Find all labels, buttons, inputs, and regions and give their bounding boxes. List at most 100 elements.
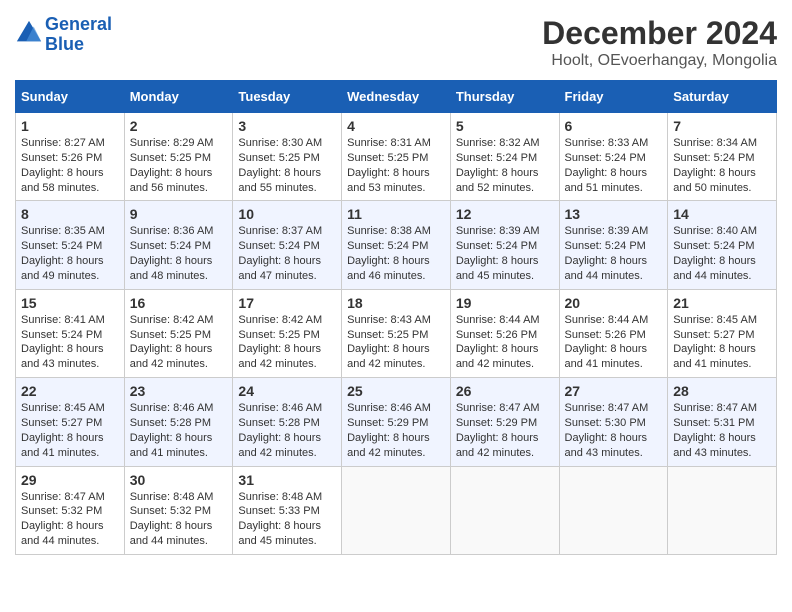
day-info: Sunrise: 8:46 AM Sunset: 5:28 PM Dayligh…	[130, 401, 228, 460]
day-info: Sunrise: 8:44 AM Sunset: 5:26 PM Dayligh…	[565, 313, 663, 372]
table-row: 9 Sunrise: 8:36 AM Sunset: 5:24 PM Dayli…	[124, 201, 233, 289]
day-info: Sunrise: 8:47 AM Sunset: 5:32 PM Dayligh…	[21, 490, 119, 549]
day-number: 21	[673, 295, 771, 311]
table-row: 28 Sunrise: 8:47 AM Sunset: 5:31 PM Dayl…	[668, 378, 777, 466]
month-title: December 2024	[542, 15, 777, 52]
day-info: Sunrise: 8:39 AM Sunset: 5:24 PM Dayligh…	[565, 224, 663, 283]
day-number: 5	[456, 118, 554, 134]
table-row: 12 Sunrise: 8:39 AM Sunset: 5:24 PM Dayl…	[450, 201, 559, 289]
day-info: Sunrise: 8:37 AM Sunset: 5:24 PM Dayligh…	[238, 224, 336, 283]
calendar-week-row: 15 Sunrise: 8:41 AM Sunset: 5:24 PM Dayl…	[16, 289, 777, 377]
day-number: 14	[673, 206, 771, 222]
day-info: Sunrise: 8:36 AM Sunset: 5:24 PM Dayligh…	[130, 224, 228, 283]
day-number: 6	[565, 118, 663, 134]
day-number: 13	[565, 206, 663, 222]
day-number: 15	[21, 295, 119, 311]
day-info: Sunrise: 8:46 AM Sunset: 5:29 PM Dayligh…	[347, 401, 445, 460]
col-wednesday: Wednesday	[342, 81, 451, 113]
table-row	[668, 466, 777, 554]
day-info: Sunrise: 8:48 AM Sunset: 5:32 PM Dayligh…	[130, 490, 228, 549]
calendar-week-row: 1 Sunrise: 8:27 AM Sunset: 5:26 PM Dayli…	[16, 113, 777, 201]
logo-icon	[15, 19, 43, 47]
table-row: 3 Sunrise: 8:30 AM Sunset: 5:25 PM Dayli…	[233, 113, 342, 201]
day-info: Sunrise: 8:31 AM Sunset: 5:25 PM Dayligh…	[347, 136, 445, 195]
table-row: 25 Sunrise: 8:46 AM Sunset: 5:29 PM Dayl…	[342, 378, 451, 466]
table-row: 31 Sunrise: 8:48 AM Sunset: 5:33 PM Dayl…	[233, 466, 342, 554]
day-number: 20	[565, 295, 663, 311]
day-info: Sunrise: 8:48 AM Sunset: 5:33 PM Dayligh…	[238, 490, 336, 549]
day-number: 30	[130, 472, 228, 488]
day-number: 25	[347, 383, 445, 399]
table-row: 4 Sunrise: 8:31 AM Sunset: 5:25 PM Dayli…	[342, 113, 451, 201]
day-number: 2	[130, 118, 228, 134]
day-info: Sunrise: 8:29 AM Sunset: 5:25 PM Dayligh…	[130, 136, 228, 195]
col-saturday: Saturday	[668, 81, 777, 113]
table-row: 6 Sunrise: 8:33 AM Sunset: 5:24 PM Dayli…	[559, 113, 668, 201]
day-number: 17	[238, 295, 336, 311]
col-tuesday: Tuesday	[233, 81, 342, 113]
day-info: Sunrise: 8:32 AM Sunset: 5:24 PM Dayligh…	[456, 136, 554, 195]
table-row: 21 Sunrise: 8:45 AM Sunset: 5:27 PM Dayl…	[668, 289, 777, 377]
day-info: Sunrise: 8:39 AM Sunset: 5:24 PM Dayligh…	[456, 224, 554, 283]
day-info: Sunrise: 8:47 AM Sunset: 5:29 PM Dayligh…	[456, 401, 554, 460]
day-info: Sunrise: 8:38 AM Sunset: 5:24 PM Dayligh…	[347, 224, 445, 283]
table-row	[342, 466, 451, 554]
table-row: 22 Sunrise: 8:45 AM Sunset: 5:27 PM Dayl…	[16, 378, 125, 466]
day-number: 19	[456, 295, 554, 311]
day-number: 28	[673, 383, 771, 399]
calendar-week-row: 22 Sunrise: 8:45 AM Sunset: 5:27 PM Dayl…	[16, 378, 777, 466]
day-number: 11	[347, 206, 445, 222]
day-number: 26	[456, 383, 554, 399]
day-number: 22	[21, 383, 119, 399]
calendar-week-row: 8 Sunrise: 8:35 AM Sunset: 5:24 PM Dayli…	[16, 201, 777, 289]
day-number: 4	[347, 118, 445, 134]
table-row: 14 Sunrise: 8:40 AM Sunset: 5:24 PM Dayl…	[668, 201, 777, 289]
day-info: Sunrise: 8:33 AM Sunset: 5:24 PM Dayligh…	[565, 136, 663, 195]
day-number: 10	[238, 206, 336, 222]
location-subtitle: Hoolt, OEvoerhangay, Mongolia	[542, 52, 777, 70]
day-info: Sunrise: 8:45 AM Sunset: 5:27 PM Dayligh…	[673, 313, 771, 372]
day-number: 1	[21, 118, 119, 134]
table-row: 15 Sunrise: 8:41 AM Sunset: 5:24 PM Dayl…	[16, 289, 125, 377]
day-number: 16	[130, 295, 228, 311]
table-row: 1 Sunrise: 8:27 AM Sunset: 5:26 PM Dayli…	[16, 113, 125, 201]
table-row: 11 Sunrise: 8:38 AM Sunset: 5:24 PM Dayl…	[342, 201, 451, 289]
col-thursday: Thursday	[450, 81, 559, 113]
day-number: 3	[238, 118, 336, 134]
table-row: 16 Sunrise: 8:42 AM Sunset: 5:25 PM Dayl…	[124, 289, 233, 377]
day-number: 9	[130, 206, 228, 222]
table-row: 2 Sunrise: 8:29 AM Sunset: 5:25 PM Dayli…	[124, 113, 233, 201]
table-row: 8 Sunrise: 8:35 AM Sunset: 5:24 PM Dayli…	[16, 201, 125, 289]
table-row	[450, 466, 559, 554]
day-info: Sunrise: 8:42 AM Sunset: 5:25 PM Dayligh…	[130, 313, 228, 372]
col-friday: Friday	[559, 81, 668, 113]
logo: General Blue	[15, 15, 112, 55]
table-row: 29 Sunrise: 8:47 AM Sunset: 5:32 PM Dayl…	[16, 466, 125, 554]
col-monday: Monday	[124, 81, 233, 113]
day-info: Sunrise: 8:27 AM Sunset: 5:26 PM Dayligh…	[21, 136, 119, 195]
col-sunday: Sunday	[16, 81, 125, 113]
table-row: 17 Sunrise: 8:42 AM Sunset: 5:25 PM Dayl…	[233, 289, 342, 377]
day-info: Sunrise: 8:34 AM Sunset: 5:24 PM Dayligh…	[673, 136, 771, 195]
table-row: 20 Sunrise: 8:44 AM Sunset: 5:26 PM Dayl…	[559, 289, 668, 377]
table-row	[559, 466, 668, 554]
table-row: 24 Sunrise: 8:46 AM Sunset: 5:28 PM Dayl…	[233, 378, 342, 466]
day-number: 23	[130, 383, 228, 399]
day-info: Sunrise: 8:45 AM Sunset: 5:27 PM Dayligh…	[21, 401, 119, 460]
table-row: 13 Sunrise: 8:39 AM Sunset: 5:24 PM Dayl…	[559, 201, 668, 289]
day-info: Sunrise: 8:42 AM Sunset: 5:25 PM Dayligh…	[238, 313, 336, 372]
table-row: 18 Sunrise: 8:43 AM Sunset: 5:25 PM Dayl…	[342, 289, 451, 377]
table-row: 23 Sunrise: 8:46 AM Sunset: 5:28 PM Dayl…	[124, 378, 233, 466]
calendar-header-row: Sunday Monday Tuesday Wednesday Thursday…	[16, 81, 777, 113]
calendar-week-row: 29 Sunrise: 8:47 AM Sunset: 5:32 PM Dayl…	[16, 466, 777, 554]
day-number: 8	[21, 206, 119, 222]
day-info: Sunrise: 8:47 AM Sunset: 5:30 PM Dayligh…	[565, 401, 663, 460]
page-header: General Blue December 2024 Hoolt, OEvoer…	[15, 15, 777, 70]
day-number: 7	[673, 118, 771, 134]
table-row: 5 Sunrise: 8:32 AM Sunset: 5:24 PM Dayli…	[450, 113, 559, 201]
table-row: 7 Sunrise: 8:34 AM Sunset: 5:24 PM Dayli…	[668, 113, 777, 201]
day-number: 18	[347, 295, 445, 311]
day-info: Sunrise: 8:40 AM Sunset: 5:24 PM Dayligh…	[673, 224, 771, 283]
table-row: 19 Sunrise: 8:44 AM Sunset: 5:26 PM Dayl…	[450, 289, 559, 377]
day-info: Sunrise: 8:41 AM Sunset: 5:24 PM Dayligh…	[21, 313, 119, 372]
